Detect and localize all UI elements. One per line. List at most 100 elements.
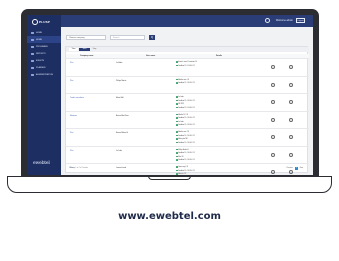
search-input[interactable]: Search bbox=[110, 35, 145, 40]
sidebar-item-label: HOME bbox=[36, 38, 42, 41]
sidebar-item-events[interactable]: EVENTS bbox=[27, 57, 61, 64]
user-name: Jo Hobe bbox=[116, 62, 123, 64]
detail-text: Deadline 11 • 10:00 0 1 1 bbox=[178, 125, 195, 127]
detail-line: Months new 1 K bbox=[176, 78, 189, 81]
block-icon[interactable] bbox=[271, 82, 275, 87]
sidebar-item-home[interactable]: HOME bbox=[27, 29, 61, 36]
detail-text: Deadline 11 • 10:00 0 1 1 bbox=[178, 83, 195, 85]
gear-icon bbox=[31, 73, 34, 76]
remove-icon[interactable] bbox=[289, 65, 293, 69]
app-logo[interactable]: PLUSP bbox=[32, 19, 50, 25]
company-link[interactable]: Plus bbox=[70, 132, 73, 134]
detail-text: Deadline 11 • 10:00 0 1 1 bbox=[178, 142, 195, 144]
detail-text: Event it since 10 minutes 10 bbox=[178, 62, 197, 64]
detail-line: D3 3222 bbox=[176, 103, 184, 105]
block-icon[interactable] bbox=[271, 135, 275, 139]
detail-line: Deadline 11 • 10:00 0 1 1 bbox=[176, 99, 195, 102]
column-header-user: User name bbox=[146, 55, 156, 57]
detail-text: Gracie reg 2 K bbox=[178, 167, 188, 169]
table-row[interactable]: Trader consultores Mario Bell Jo Lobe Deadl… bbox=[66, 93, 309, 111]
detail-text: Months new 1 K bbox=[178, 79, 189, 81]
block-icon[interactable] bbox=[271, 152, 275, 157]
tab-stop[interactable]: Stop bbox=[91, 48, 98, 51]
detail-line: Plan 10 bbox=[176, 155, 184, 158]
user-greeting: Welcome admin bbox=[275, 19, 293, 22]
remove-icon[interactable] bbox=[289, 82, 293, 87]
detail-text: Deadline 11 • 10:00 0 1 1 bbox=[178, 100, 195, 102]
detail-line: Gracie reg 2 K bbox=[176, 166, 188, 168]
sidebar-item-label: EVENTS bbox=[36, 59, 45, 62]
sidebar-item-home-2[interactable]: HOME bbox=[27, 36, 61, 43]
detail-line: Deadline 12 • 10:00 0 1 1 bbox=[176, 106, 196, 109]
detail-text: Months new 1 K bbox=[178, 132, 189, 134]
column-header-details: Details bbox=[216, 55, 222, 57]
detail-line: Deadline 11 • 10:00 0 1 1 bbox=[176, 169, 195, 172]
detail-line: Deadline 11 • 10:00 0 1 1 bbox=[176, 124, 195, 126]
user-name: Jo Lobe bbox=[116, 149, 123, 152]
detail-text: Deadline 12 • 10:00 0 1 1 bbox=[178, 65, 196, 67]
block-icon[interactable] bbox=[271, 65, 275, 69]
company-link[interactable]: Trader consultores bbox=[70, 97, 84, 99]
table-row[interactable]: Plus Jo Hobe Event it since 10 minutes 10 D… bbox=[66, 58, 309, 76]
remove-icon[interactable] bbox=[289, 152, 293, 157]
detail-line: Jo Lobe bbox=[176, 96, 184, 98]
laptop-notch bbox=[148, 176, 191, 180]
detail-text: Deadline 11 • 10:00 0 1 1 bbox=[178, 170, 195, 172]
remove-icon[interactable] bbox=[289, 117, 293, 122]
logout-button[interactable]: Logout bbox=[296, 18, 305, 23]
table-row[interactable]: Plus Jo Lobe Philips Hanlin K Deadline 11 •… bbox=[66, 145, 309, 164]
sidebar-nav: HOME HOME PROGRAMS REPORTS EVENTS PLANNE… bbox=[27, 29, 61, 78]
search-button[interactable]: Q bbox=[149, 35, 155, 40]
detail-text: Deadline 12 • 10:00 0 1 1 bbox=[178, 107, 196, 109]
pager-page[interactable]: 1 bbox=[294, 167, 298, 170]
filter-bar: Choose company Search Q bbox=[66, 35, 155, 40]
sidebar-item-administration[interactable]: ADMINISTRATION bbox=[27, 71, 61, 78]
company-select[interactable]: Choose company bbox=[66, 35, 106, 40]
website-url[interactable]: www.ewebtel.com bbox=[0, 211, 339, 222]
detail-line: Months 13 1 K bbox=[176, 113, 188, 116]
detail-line: Deadline 11 • 10:00 0 1 1 bbox=[176, 134, 195, 137]
remove-icon[interactable] bbox=[289, 100, 293, 104]
detail-text: Mario plus NK bbox=[178, 139, 188, 141]
sidebar-item-programs[interactable]: PROGRAMS bbox=[27, 43, 61, 50]
table-row[interactable]: Plus Philips Martin Months new 1 K Deadline… bbox=[66, 75, 309, 94]
table-row[interactable]: Plus Lorena Lowel Gracie reg 2 K Deadline 1… bbox=[66, 163, 309, 175]
sidebar-item-reports[interactable]: REPORTS bbox=[27, 50, 61, 57]
remove-icon[interactable] bbox=[289, 135, 293, 139]
sidebar-item-label: REPORTS bbox=[36, 52, 46, 55]
tab-time[interactable]: Time bbox=[69, 48, 78, 51]
detail-line: Mario plus NK bbox=[176, 138, 188, 140]
pager-next[interactable]: Next bbox=[299, 167, 304, 170]
user-name: Philips Martin bbox=[116, 79, 127, 82]
detail-text: Deadline 11 • 10:00 0 1 1 bbox=[178, 160, 195, 162]
table-row[interactable]: Plus Emma Makes H Months new 1 K Deadline 1… bbox=[66, 128, 309, 146]
sidebar-item-planner[interactable]: PLANNER bbox=[27, 64, 61, 71]
tab-bar: Time Start Stop bbox=[66, 47, 309, 52]
block-icon[interactable] bbox=[271, 100, 275, 104]
detail-text: Marcela 1 K bbox=[178, 174, 187, 175]
remove-icon[interactable] bbox=[289, 170, 293, 174]
table-row[interactable]: Marimore Borisa Mar-Ross Months 13 1 K Dead… bbox=[66, 110, 309, 129]
avatar-icon[interactable] bbox=[265, 18, 270, 23]
block-icon[interactable] bbox=[271, 117, 275, 122]
detail-text: Plan 10 bbox=[178, 156, 184, 158]
company-link[interactable]: Plus bbox=[70, 62, 73, 64]
company-link[interactable]: Plus bbox=[70, 80, 73, 82]
logo-text: PLUSP bbox=[39, 20, 51, 24]
detail-text: D3 3222 bbox=[178, 104, 184, 106]
detail-text: Deadline 11 • 10:00 0 1 1 bbox=[178, 135, 195, 137]
company-link[interactable]: Plus bbox=[70, 150, 73, 152]
pagination: Previous 1 Next bbox=[286, 167, 304, 170]
detail-line: Deadline 11 • 10:00 0 1 1 bbox=[176, 159, 195, 161]
tab-start[interactable]: Start bbox=[79, 48, 90, 51]
brand-logo: ewebtel bbox=[33, 161, 50, 166]
column-header-company: Company name bbox=[80, 55, 94, 57]
entries-info: Showing 1 to 7 of 7 entries bbox=[69, 168, 88, 169]
sidebar-item-label: ADMINISTRATION bbox=[36, 73, 53, 76]
company-link[interactable]: Marimore bbox=[70, 115, 77, 117]
detail-text: Months 13 1 K bbox=[178, 114, 188, 116]
pager-previous[interactable]: Previous bbox=[286, 167, 294, 170]
detail-line: Deadline 11 • 10:00 0 1 1 bbox=[176, 152, 195, 154]
block-icon[interactable] bbox=[271, 170, 275, 174]
laptop-screen: PLUSP HOME HOME PROGRAMS REPORTS EVENTS … bbox=[27, 15, 313, 175]
